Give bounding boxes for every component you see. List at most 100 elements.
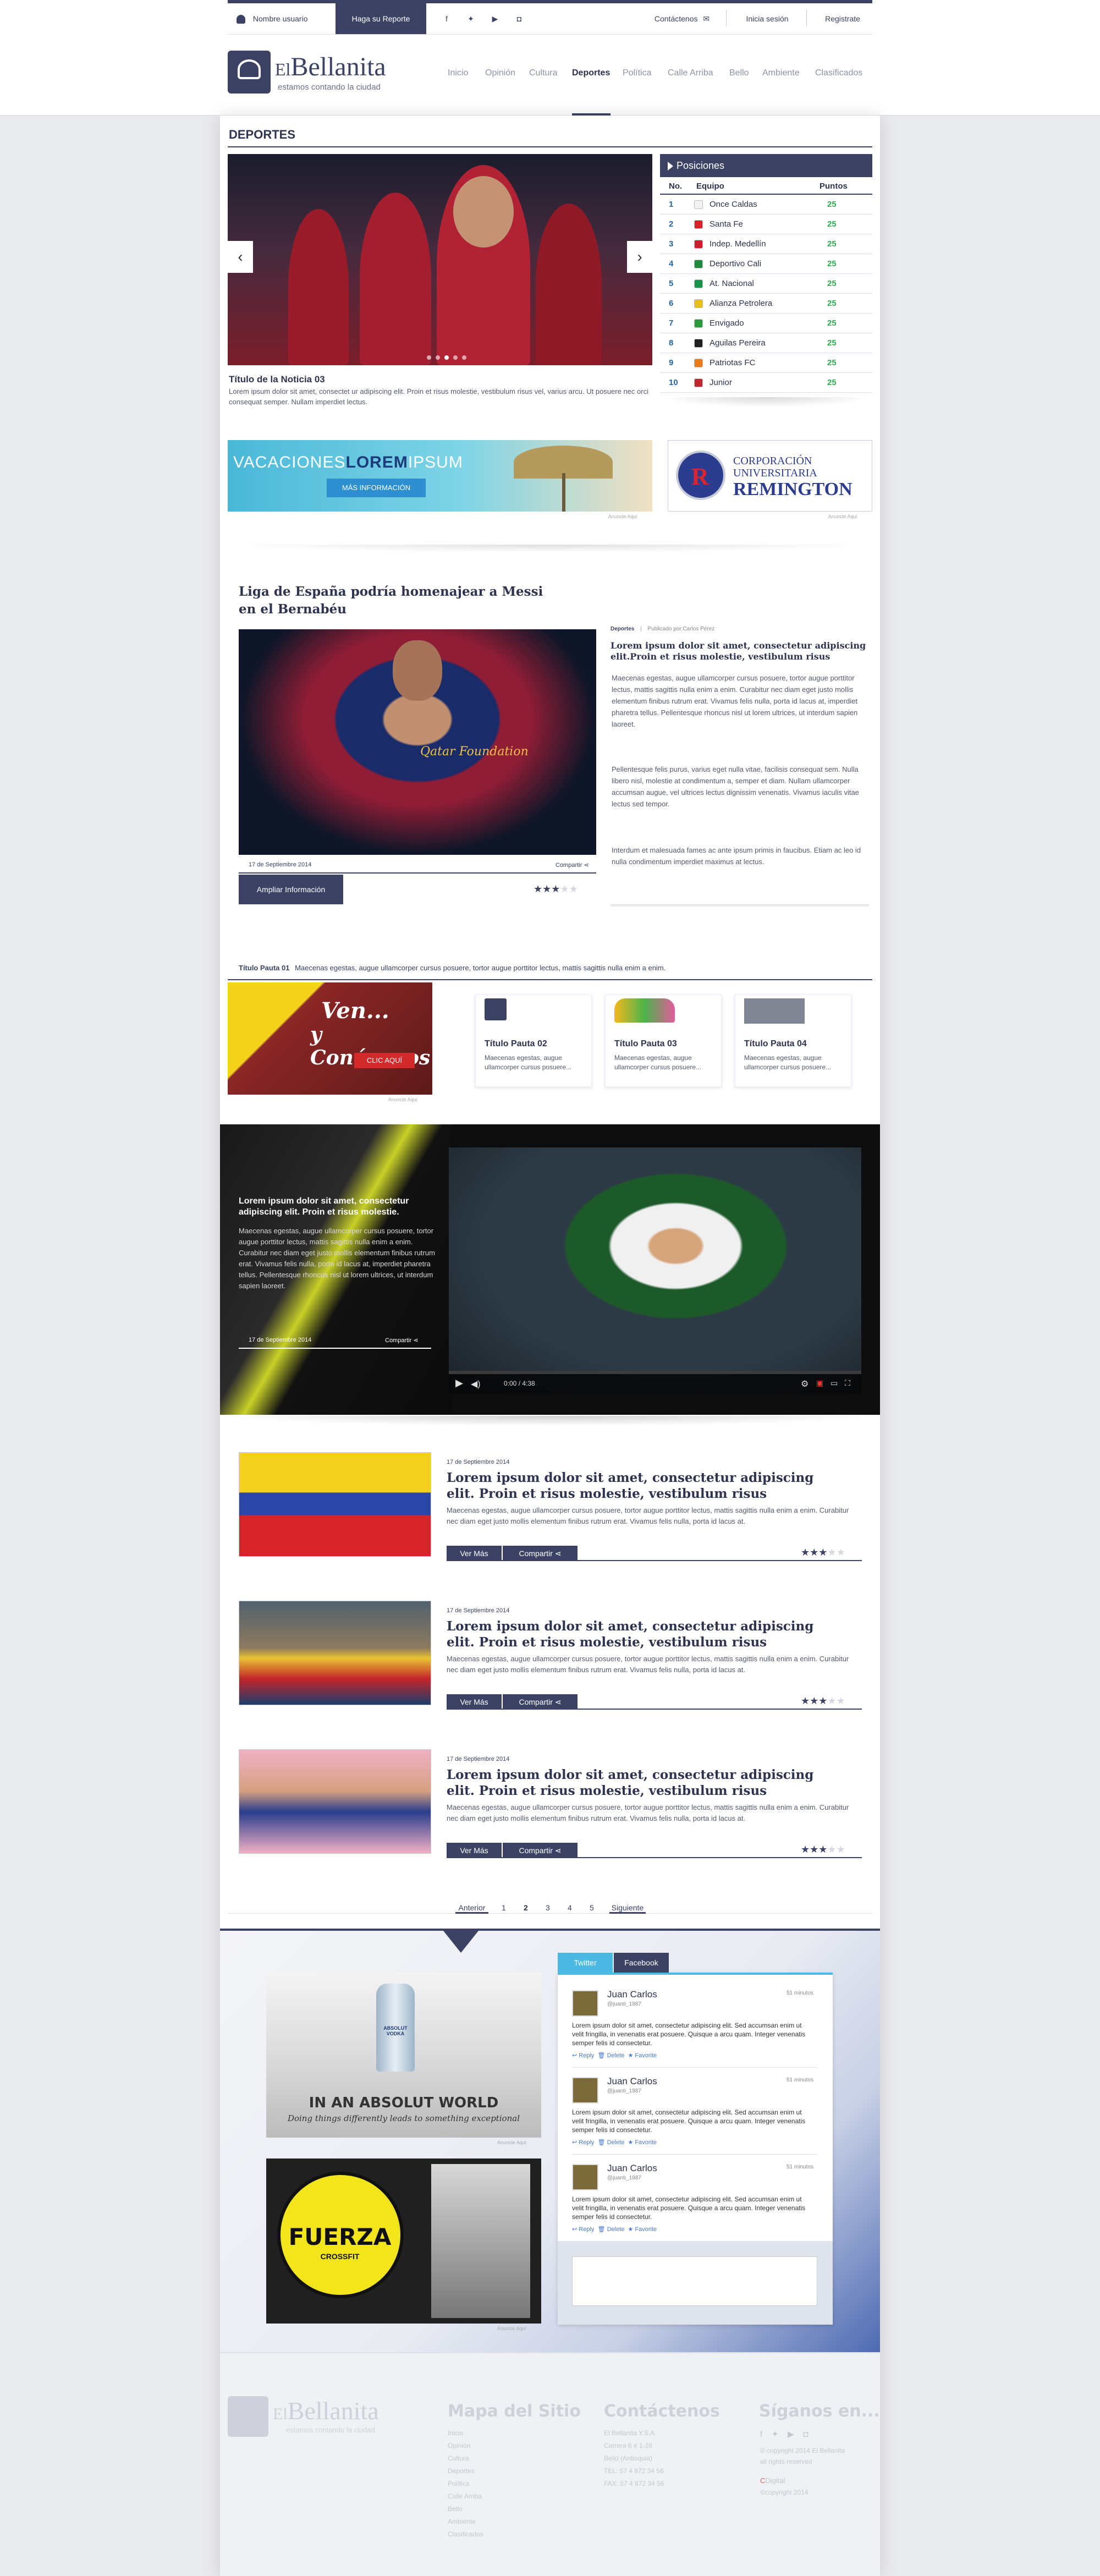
- pauta-card[interactable]: Título Pauta 04 Maecenas egestas, augue …: [735, 995, 851, 1087]
- delete-link[interactable]: Delete: [607, 2226, 625, 2233]
- nav-cultura[interactable]: Cultura: [529, 68, 558, 78]
- video-player[interactable]: [449, 1147, 861, 1394]
- star-icon[interactable]: ★: [827, 1547, 836, 1558]
- slider-dot[interactable]: [436, 355, 440, 360]
- standings-row[interactable]: 7 Envigado 25: [660, 314, 872, 333]
- pager-prev[interactable]: Anterior: [455, 1903, 488, 1914]
- share-button[interactable]: Compartir ⋖: [503, 1546, 578, 1561]
- register-link[interactable]: Registrate: [813, 3, 872, 34]
- share-button[interactable]: Compartir ⋖: [503, 1694, 578, 1710]
- rating-stars[interactable]: ★★★★★: [534, 883, 578, 895]
- nav-deportes[interactable]: Deportes: [572, 68, 610, 78]
- vacation-ad[interactable]: VACACIONESLOREMIPSUM MÁS INFORMACIÓN: [228, 440, 652, 512]
- slider-dot[interactable]: [453, 355, 458, 360]
- footer-sitemap-link[interactable]: Deportes: [448, 2465, 558, 2478]
- slider-dot[interactable]: [427, 355, 431, 360]
- standings-row[interactable]: 10 Junior 25: [660, 373, 872, 393]
- star-icon[interactable]: ★: [818, 1547, 827, 1558]
- facebook-icon[interactable]: f: [760, 2430, 762, 2439]
- footer-sitemap-link[interactable]: Ambiente: [448, 2515, 558, 2528]
- standings-row[interactable]: 3 Indep. Medellín 25: [660, 234, 872, 254]
- star-icon[interactable]: ★: [818, 1844, 827, 1855]
- youtube-icon[interactable]: ▣: [816, 1378, 823, 1388]
- standings-row[interactable]: 9 Patriotas FC 25: [660, 353, 872, 373]
- pauta-ad-banner[interactable]: Ven... y Conócenos CLIC AQUÍ: [228, 982, 432, 1095]
- delete-link[interactable]: Delete: [607, 2139, 625, 2146]
- vac-ad-button[interactable]: MÁS INFORMACIÓN: [327, 479, 426, 497]
- slider-dot-active[interactable]: [444, 355, 449, 360]
- more-info-button[interactable]: Ampliar Información: [239, 875, 343, 904]
- footer-sitemap-link[interactable]: Opinión: [448, 2440, 558, 2452]
- pager-page-current[interactable]: 2: [524, 1903, 528, 1912]
- star-icon[interactable]: ★: [810, 1695, 818, 1706]
- favorite-link[interactable]: Favorite: [635, 2226, 657, 2233]
- pauta-card[interactable]: Título Pauta 02 Maecenas egestas, augue …: [475, 995, 592, 1087]
- tab-twitter[interactable]: Twitter: [558, 1953, 613, 1973]
- standings-row[interactable]: 8 Aguilas Pereira 25: [660, 333, 872, 353]
- footer-sitemap-link[interactable]: Bello: [448, 2503, 558, 2515]
- nav-ambiente[interactable]: Ambiente: [762, 68, 800, 78]
- footer-sitemap-link[interactable]: Clasificados: [448, 2528, 558, 2541]
- meta-category[interactable]: Deportes: [610, 626, 634, 632]
- play-icon[interactable]: ▶: [455, 1377, 463, 1389]
- settings-icon[interactable]: ⚙: [801, 1378, 809, 1389]
- standings-row[interactable]: 2 Santa Fe 25: [660, 215, 872, 234]
- pager-page[interactable]: 3: [546, 1903, 550, 1912]
- instagram-icon[interactable]: ◘: [513, 3, 526, 34]
- absolut-ad[interactable]: ABSOLUT VODKA IN AN ABSOLUT WORLD Doing …: [266, 1973, 541, 2138]
- star-icon[interactable]: ★: [542, 883, 551, 894]
- reply-link[interactable]: Reply: [579, 2226, 594, 2233]
- news-title[interactable]: Lorem ipsum dolor sit amet, consectetur …: [447, 1470, 832, 1502]
- news-thumbnail[interactable]: [239, 1452, 431, 1557]
- login-link[interactable]: Inicia sesión: [734, 3, 800, 34]
- slider-next-button[interactable]: ›: [627, 241, 652, 273]
- tweet-input[interactable]: [572, 2256, 817, 2306]
- star-icon[interactable]: ★: [534, 883, 542, 894]
- share-button[interactable]: Compartir ⋖: [503, 1843, 578, 1858]
- pager-page[interactable]: 1: [502, 1903, 506, 1912]
- rating-stars[interactable]: ★★★★★: [801, 1844, 845, 1855]
- news-slider[interactable]: ‹ ›: [228, 154, 652, 365]
- footer-logo-icon[interactable]: [228, 2396, 268, 2437]
- news-thumbnail[interactable]: [239, 1749, 431, 1854]
- news-title[interactable]: Lorem ipsum dolor sit amet, consectetur …: [447, 1767, 832, 1799]
- logo-icon[interactable]: [228, 51, 271, 94]
- star-icon[interactable]: ★: [551, 883, 560, 894]
- footer-sitemap-link[interactable]: Inicio: [448, 2427, 558, 2440]
- remington-ad[interactable]: R CORPORACIÓN UNIVERSITARIA REMINGTON: [668, 440, 872, 512]
- tweet-handle[interactable]: @juanti_1987: [607, 2001, 641, 2007]
- standings-row[interactable]: 1 Once Caldas 25: [660, 195, 872, 215]
- tweet-author[interactable]: Juan Carlos: [607, 2163, 657, 2174]
- star-icon[interactable]: ★: [801, 1547, 810, 1558]
- reply-link[interactable]: Reply: [579, 2139, 594, 2146]
- pager-next[interactable]: Siguiente: [609, 1903, 646, 1914]
- avatar[interactable]: [572, 2077, 598, 2103]
- reply-link[interactable]: Reply: [579, 2052, 594, 2059]
- avatar[interactable]: [572, 2164, 598, 2190]
- pager-page[interactable]: 5: [590, 1903, 594, 1912]
- news-thumbnail[interactable]: [239, 1601, 431, 1705]
- nav-calle-arriba[interactable]: Calle Arriba: [668, 68, 713, 78]
- pauta-ad-button[interactable]: CLIC AQUÍ: [354, 1053, 415, 1068]
- tweet-handle[interactable]: @juanti_1987: [607, 2175, 641, 2181]
- tweet-author[interactable]: Juan Carlos: [607, 1989, 657, 2000]
- star-icon[interactable]: ★: [837, 1547, 845, 1558]
- nav-clasificados[interactable]: Clasificados: [815, 68, 862, 78]
- contact-link[interactable]: Contáctenos ✉: [644, 3, 721, 34]
- pauta-card[interactable]: Título Pauta 03 Maecenas egestas, augue …: [605, 995, 722, 1087]
- favorite-link[interactable]: Favorite: [635, 2139, 657, 2146]
- slider-dot[interactable]: [462, 355, 466, 360]
- footer-sitemap-link[interactable]: Calle Arriba: [448, 2490, 558, 2503]
- news-title[interactable]: Lorem ipsum dolor sit amet, consectetur …: [447, 1618, 832, 1650]
- fullscreen-icon[interactable]: ⛶: [845, 1378, 850, 1388]
- instagram-icon[interactable]: ◘: [803, 2430, 808, 2439]
- star-icon[interactable]: ★: [827, 1695, 836, 1706]
- tab-facebook[interactable]: Facebook: [614, 1953, 669, 1973]
- size-icon[interactable]: ▭: [831, 1378, 838, 1388]
- youtube-icon[interactable]: ▶: [488, 3, 502, 34]
- see-more-button[interactable]: Ver Más: [447, 1843, 502, 1858]
- footer-sitemap-link[interactable]: Política: [448, 2478, 558, 2490]
- slider-title[interactable]: Título de la Noticia 03: [229, 374, 325, 385]
- star-icon[interactable]: ★: [801, 1695, 810, 1706]
- star-icon[interactable]: ★: [837, 1844, 845, 1855]
